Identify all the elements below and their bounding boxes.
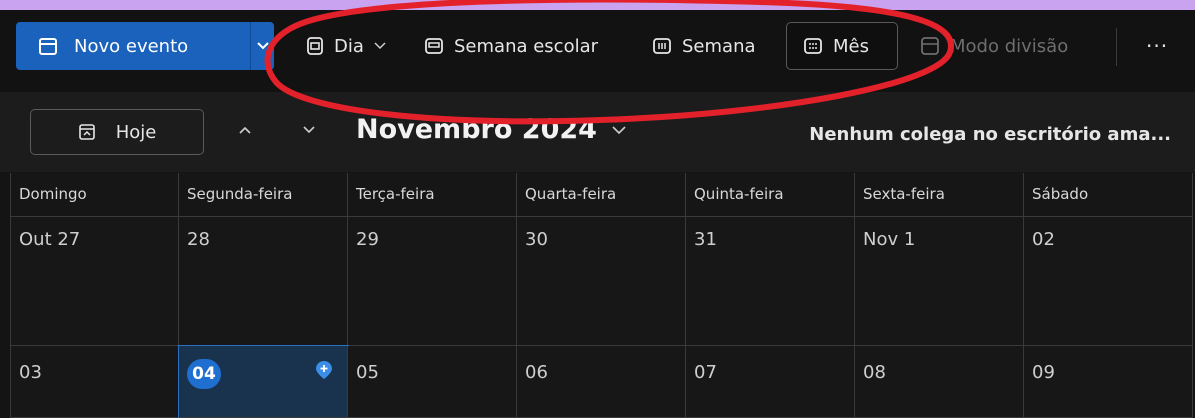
view-day-label: Dia [334, 35, 364, 57]
day-cell[interactable]: 02 [1024, 217, 1193, 346]
week-row: Out 27 28 29 30 31 Nov 1 02 [10, 217, 1195, 346]
day-number: 03 [19, 362, 42, 383]
day-cell[interactable]: 05 [348, 346, 517, 418]
chevron-down-icon [303, 126, 315, 134]
calendar-today-icon [78, 124, 95, 140]
previous-month-button[interactable] [238, 120, 252, 139]
weekday-header: Terça-feira [348, 173, 517, 217]
day-cell[interactable]: Out 27 [10, 217, 179, 346]
month-picker-button[interactable]: Novembro 2024 [356, 114, 627, 145]
day-cell[interactable]: 29 [348, 217, 517, 346]
colleague-status[interactable]: Nenhum colega no escritório ama... [809, 124, 1171, 145]
day-number: 09 [1032, 362, 1055, 383]
day-number: 08 [863, 362, 886, 383]
new-event-button[interactable]: Novo evento [16, 22, 250, 70]
today-day-number: 04 [187, 359, 221, 389]
today-day-cell[interactable]: 04 [178, 345, 349, 418]
day-number: 05 [356, 362, 379, 383]
month-title: Novembro 2024 [356, 114, 597, 145]
chevron-up-icon [239, 126, 251, 134]
day-cell[interactable]: 30 [517, 217, 686, 346]
day-cell[interactable]: 31 [686, 217, 855, 346]
view-school-week-button[interactable]: Semana escolar [424, 22, 598, 70]
next-month-button[interactable] [302, 120, 316, 139]
school-week-icon [425, 38, 443, 54]
day-cell[interactable]: 08 [855, 346, 1024, 418]
split-view-icon [921, 37, 939, 55]
weekday-header: Sexta-feira [855, 173, 1024, 217]
day-cell[interactable]: Nov 1 [855, 217, 1024, 346]
weekday-header: Quarta-feira [517, 173, 686, 217]
view-week-label: Semana [682, 35, 756, 57]
weekday-header: Quinta-feira [686, 173, 855, 217]
toolbar: Novo evento Dia Semana escolar Semana Mê… [0, 10, 1195, 92]
day-number: 28 [187, 229, 210, 250]
view-day-button[interactable]: Dia [306, 22, 386, 70]
view-month-button[interactable]: Mês [786, 22, 898, 70]
day-number: 06 [525, 362, 548, 383]
day-view-icon [307, 37, 323, 55]
calendar-header: Hoje Novembro 2024 Nenhum colega no escr… [0, 92, 1195, 172]
toolbar-divider [1116, 28, 1117, 66]
view-school-week-label: Semana escolar [454, 35, 599, 57]
month-grid: Domingo Segunda-feira Terça-feira Quarta… [10, 173, 1195, 418]
day-cell[interactable]: 07 [686, 346, 855, 418]
weekday-header: Segunda-feira [179, 173, 348, 217]
split-mode-label: Modo divisão [950, 35, 1069, 57]
new-event-split-button: Novo evento [16, 22, 274, 70]
calendar-app: Novo evento Dia Semana escolar Semana Mê… [0, 10, 1195, 418]
day-number: 02 [1032, 229, 1055, 250]
today-label: Hoje [115, 121, 157, 143]
day-cell[interactable]: 03 [10, 346, 179, 418]
week-row: 03 04 05 06 07 08 09 [10, 345, 1195, 418]
day-number: 30 [525, 229, 548, 250]
add-event-icon[interactable] [315, 360, 333, 380]
view-week-button[interactable]: Semana [652, 22, 756, 70]
day-number: 31 [694, 229, 717, 250]
chevron-down-icon [612, 125, 626, 134]
day-number: 29 [356, 229, 379, 250]
new-event-label: Novo evento [74, 35, 189, 57]
view-month-label: Mês [833, 35, 869, 57]
day-number: Out 27 [19, 229, 81, 250]
more-options-button[interactable]: ··· [1146, 34, 1168, 58]
weekday-header: Sábado [1024, 173, 1193, 217]
day-number: 07 [694, 362, 717, 383]
weekday-header-row: Domingo Segunda-feira Terça-feira Quarta… [10, 173, 1195, 217]
day-cell[interactable]: 28 [179, 217, 348, 346]
chevron-down-icon [256, 42, 269, 50]
weekday-header: Domingo [10, 173, 179, 217]
chevron-down-icon [374, 42, 386, 50]
day-number: Nov 1 [863, 229, 916, 250]
calendar-icon [39, 38, 57, 55]
month-view-icon [804, 38, 822, 54]
day-cell[interactable]: 09 [1024, 346, 1193, 418]
day-cell[interactable]: 06 [517, 346, 686, 418]
today-button[interactable]: Hoje [30, 109, 204, 155]
new-event-dropdown-button[interactable] [251, 22, 274, 70]
week-view-icon [653, 38, 671, 54]
split-mode-button[interactable]: Modo divisão [920, 22, 1068, 70]
